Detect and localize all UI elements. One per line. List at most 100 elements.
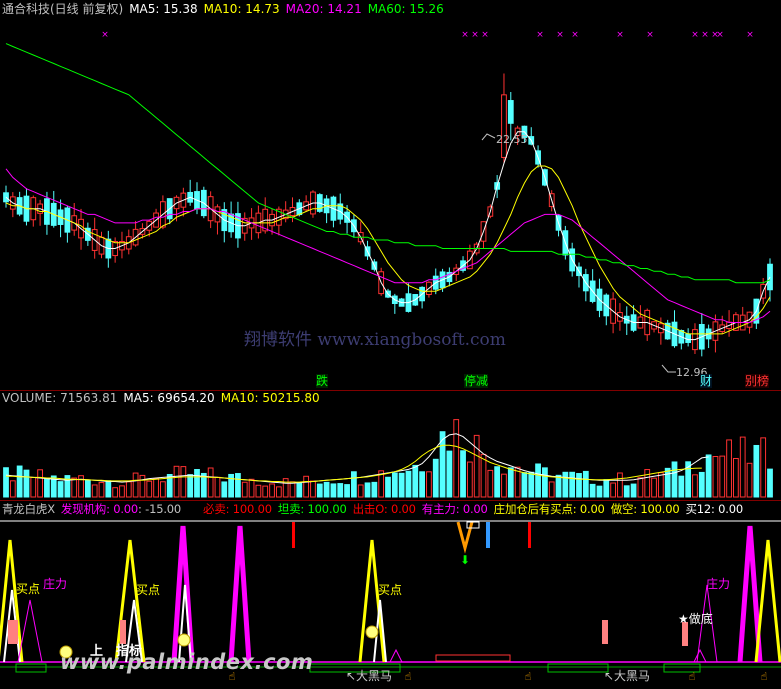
candle-body	[501, 94, 507, 158]
volume-bar	[644, 469, 651, 498]
volume-bar	[235, 473, 241, 498]
bimai-label: 必卖: 100.00	[203, 502, 272, 516]
magenta-small-peak	[693, 648, 707, 663]
volume-bar	[596, 485, 603, 498]
tanmai-label: 坦卖: 100.00	[277, 502, 347, 516]
volume-bar	[173, 465, 180, 498]
signal-marker: ×	[556, 30, 564, 40]
volume-bar	[460, 450, 466, 498]
volume-bar	[310, 480, 316, 498]
volume-bar	[262, 485, 269, 498]
neg15-label: : -15.00	[138, 502, 182, 516]
volume-bar	[91, 484, 98, 498]
volume-bar	[746, 462, 753, 498]
volume-header: VOLUME: 71563.81 MA5: 69654.20 MA10: 50215…	[2, 391, 326, 405]
volume-bar	[282, 478, 289, 498]
volume-bar	[255, 484, 262, 498]
green-band	[547, 663, 609, 673]
ma-line-ma5	[5, 131, 771, 341]
volume-bar	[105, 480, 112, 498]
volume-bar	[617, 472, 623, 498]
zhuangjia-label: 庄加仓后有买点: 0.00	[493, 502, 605, 516]
volume-bar	[405, 470, 412, 498]
signal-bar	[602, 620, 608, 644]
volume-bar	[637, 477, 644, 498]
signal-marker: ×	[571, 30, 579, 40]
volume-bar	[453, 419, 460, 498]
volume-bar	[207, 467, 214, 498]
volume-bar	[194, 469, 200, 498]
volume-bar	[248, 478, 255, 498]
volume-bar	[119, 485, 125, 498]
volume-bar	[719, 455, 726, 498]
dahei-label-1: ↖大黑马	[346, 669, 393, 683]
volume-bar	[112, 487, 119, 498]
volume-bar	[521, 472, 528, 498]
volume-bar	[364, 482, 371, 498]
candle-body	[507, 100, 514, 124]
volume-bar	[576, 473, 582, 498]
volume-bar	[630, 483, 637, 498]
ma5-label: MA5: 15.38	[129, 2, 198, 16]
volume-bar	[494, 466, 501, 498]
volume-bar	[214, 476, 221, 498]
volume-bar	[582, 470, 589, 498]
volume-bar	[221, 481, 228, 498]
cai-tag: 财	[700, 374, 713, 388]
volume-bar	[37, 469, 43, 498]
price-high-label: 22.55	[496, 133, 528, 146]
maidian-label-1: 买点	[16, 582, 41, 596]
volume-bar	[44, 478, 50, 498]
volume-bar	[344, 484, 350, 498]
volume-bar	[657, 472, 664, 498]
mai12-label: 买12: 0.00	[685, 502, 743, 516]
volume-bar	[98, 482, 105, 498]
signal-marker: ×	[716, 30, 724, 40]
volume-bar	[357, 484, 364, 498]
volume-bar	[419, 471, 425, 498]
volume-bar	[712, 456, 719, 498]
volume-bar	[153, 477, 159, 498]
hand-icon: ☝	[525, 670, 532, 683]
volume-bar	[84, 479, 91, 498]
hand-icon: ☝	[689, 670, 696, 683]
volume-bar	[3, 467, 9, 498]
volume-bar	[303, 475, 310, 498]
vol-ma10-label: MA10: 50215.80	[220, 391, 320, 405]
watermark-xiangbo: 翔博软件 www.xiangbosoft.com	[244, 330, 506, 350]
green-band	[15, 663, 47, 673]
volume-bar	[398, 472, 405, 498]
faxian-label: 发现机构: 0.00	[60, 502, 139, 516]
volume-bar	[767, 468, 773, 498]
volume-bar	[275, 486, 282, 498]
volume-bar	[371, 481, 378, 498]
volume-bar	[71, 477, 78, 498]
smiley-icon	[177, 633, 191, 647]
signal-marker: ×	[701, 30, 709, 40]
signal-marker: ×	[691, 30, 699, 40]
volume-bar	[473, 434, 480, 498]
volume-bar	[228, 473, 234, 498]
volume-bar	[446, 450, 453, 498]
close-indicator-icon[interactable]: X	[47, 502, 55, 516]
volume-bar	[323, 481, 330, 498]
volume-bar	[698, 471, 705, 498]
price-header: 通合科技(日线 前复权) MA5: 15.38 MA10: 14.73 MA20: 1…	[2, 2, 450, 16]
zhuli-label-2: 庄力	[706, 577, 731, 591]
volume-label: VOLUME: 71563.81	[2, 391, 118, 405]
volume-bar	[426, 471, 432, 498]
volume-bar	[501, 473, 507, 498]
hand-icon: ☝	[761, 670, 768, 683]
magenta-peak-thick	[228, 525, 252, 663]
zhuli-label-1: 庄力	[43, 577, 68, 591]
ma10-label: MA10: 14.73	[203, 2, 280, 16]
shang-label: 上	[90, 644, 104, 659]
signal-marker: ×	[616, 30, 624, 40]
volume-bar	[535, 463, 541, 498]
candle-body	[685, 333, 692, 343]
volume-bar	[528, 471, 535, 498]
zuokong-label: 做空: 100.00	[610, 502, 680, 516]
volume-bar	[678, 475, 685, 498]
volume-bar	[760, 437, 767, 498]
volume-bar	[30, 476, 37, 498]
